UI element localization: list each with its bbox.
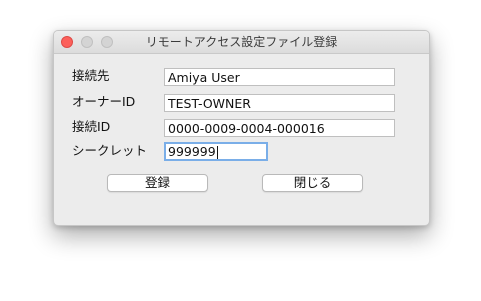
owner-id-field[interactable]: TEST-OWNER <box>164 94 395 112</box>
screenshot-canvas: リモートアクセス設定ファイル登録 接続先 Amiya User オーナーID T… <box>0 0 481 301</box>
dialog-window: リモートアクセス設定ファイル登録 接続先 Amiya User オーナーID T… <box>53 30 430 226</box>
connection-target-value: Amiya User <box>168 70 240 85</box>
close-window-icon[interactable] <box>61 36 73 48</box>
secret-value: 999999 <box>168 144 216 159</box>
text-caret <box>216 146 218 159</box>
title-bar[interactable]: リモートアクセス設定ファイル登録 <box>54 31 429 54</box>
register-button[interactable]: 登録 <box>107 174 208 192</box>
secret-field[interactable]: 999999 <box>164 142 268 161</box>
connection-id-field[interactable]: 0000-0009-0004-000016 <box>164 119 395 137</box>
secret-label: シークレット <box>72 143 148 158</box>
connection-target-field[interactable]: Amiya User <box>164 68 395 86</box>
zoom-window-icon[interactable] <box>101 36 113 48</box>
owner-id-value: TEST-OWNER <box>168 96 251 111</box>
close-button[interactable]: 閉じる <box>262 174 363 192</box>
owner-id-label: オーナーID <box>72 94 136 109</box>
connection-id-value: 0000-0009-0004-000016 <box>168 121 325 136</box>
connection-id-label: 接続ID <box>72 119 111 134</box>
connection-target-label: 接続先 <box>72 68 110 83</box>
minimize-window-icon[interactable] <box>81 36 93 48</box>
